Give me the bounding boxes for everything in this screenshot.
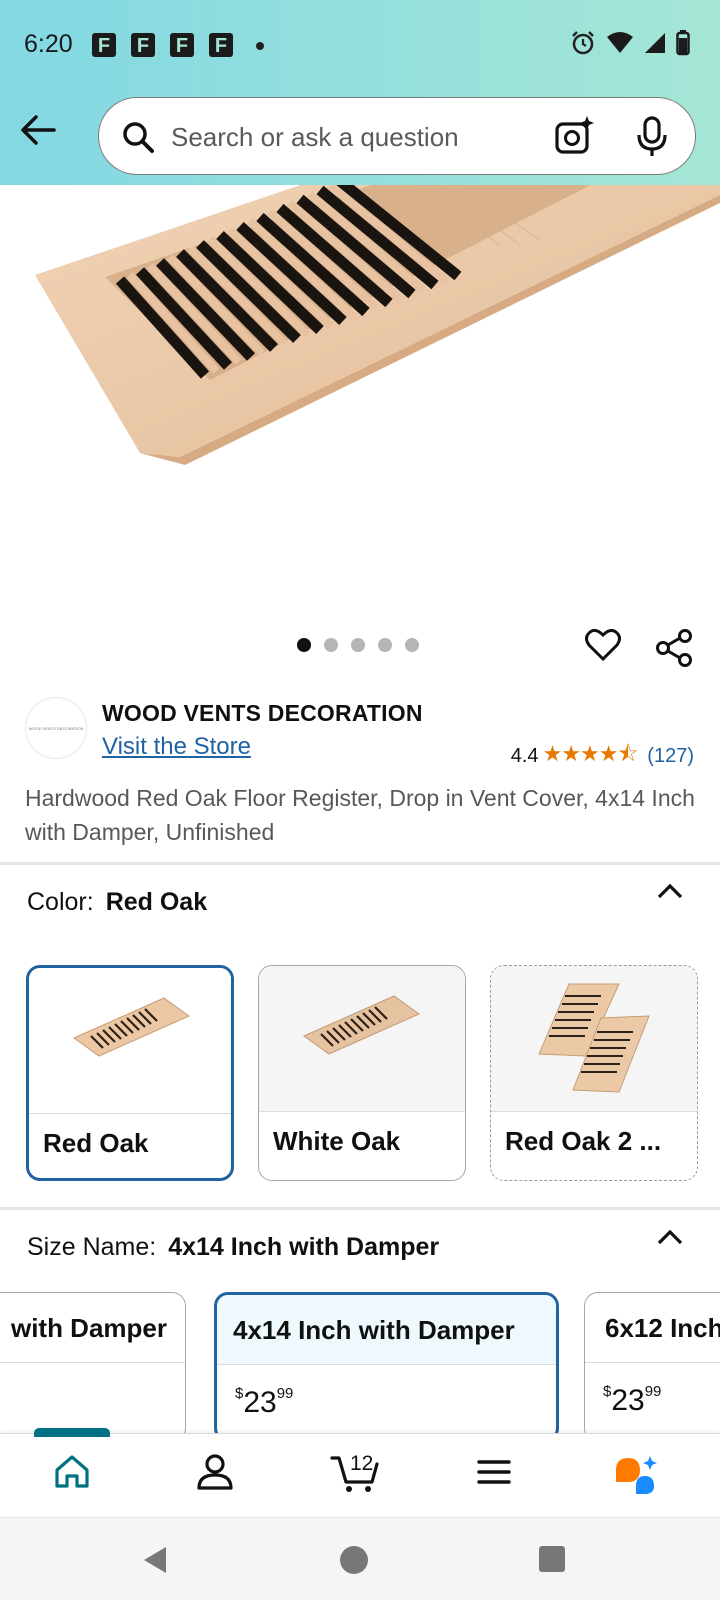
size-option-price: $2399 <box>235 1385 293 1420</box>
camera-search-icon[interactable] <box>553 114 597 158</box>
carousel-dot[interactable] <box>297 638 311 652</box>
product-page: 6:20 F F F F Search or ask a question WO… <box>0 0 720 1600</box>
rating-value: 4.4 <box>510 744 539 767</box>
selected-color: Red Oak <box>105 888 208 916</box>
cart-count-badge: 12 <box>350 1452 374 1475</box>
nav-home[interactable] <box>52 1452 92 1497</box>
chevron-up-icon <box>657 883 683 899</box>
brand-name: WOOD VENTS DECORATION <box>102 700 423 726</box>
price-cents: 99 <box>276 1385 294 1402</box>
home-icon <box>55 1455 89 1488</box>
more-notifications-dot-icon <box>256 42 264 50</box>
white-oak-thumbnail <box>303 995 420 1055</box>
red-oak-thumbnail <box>73 997 190 1057</box>
color-option-white-oak[interactable]: White Oak <box>258 965 466 1181</box>
section-divider <box>0 1207 720 1210</box>
brand-logo[interactable]: WOOD VENTS DECORATION <box>25 697 87 759</box>
rating-summary[interactable]: 4.4 ★★★★⯪ (127) <box>511 737 694 775</box>
color-option-image <box>29 968 231 1114</box>
wishlist-button[interactable] <box>585 628 621 667</box>
color-option-image <box>259 966 465 1112</box>
price-dollars: 23 <box>243 1386 277 1419</box>
android-home-icon[interactable] <box>338 1544 370 1576</box>
size-option-price: $2399 <box>603 1383 661 1418</box>
system-status-icons <box>570 30 690 56</box>
review-count-link[interactable]: (127) <box>647 745 694 768</box>
image-carousel-dots[interactable] <box>297 638 419 652</box>
size-option-4x14-inch-with-damper[interactable]: 4x14 Inch with Damper $2399 <box>214 1292 559 1442</box>
color-option-red-oak[interactable]: Red Oak <box>26 965 234 1181</box>
facebook-notification-icon: F <box>170 33 194 57</box>
nav-menu[interactable] <box>476 1452 512 1497</box>
android-navigation-bar <box>0 1517 720 1600</box>
color-option-label: Red Oak 2 ... <box>505 1126 662 1156</box>
back-arrow-icon <box>21 115 56 145</box>
color-option-image <box>491 966 697 1112</box>
size-label: Size Name: <box>27 1233 157 1261</box>
size-option-with-damper[interactable]: with Damper <box>0 1292 186 1442</box>
share-icon <box>656 629 692 667</box>
share-button[interactable] <box>655 628 695 673</box>
red-oak-2-pack-thumbnail <box>538 983 650 1093</box>
signal-icon <box>645 33 665 53</box>
menu-icon <box>477 1460 511 1484</box>
size-section-header: Size Name: 4x14 Inch with Damper <box>27 1233 439 1262</box>
carousel-dot[interactable] <box>378 638 392 652</box>
microphone-icon[interactable] <box>634 116 670 158</box>
selected-size: 4x14 Inch with Damper <box>168 1233 440 1261</box>
facebook-notification-icon: F <box>131 33 155 57</box>
color-option-label: Red Oak <box>43 1128 149 1158</box>
visit-store-link[interactable]: Visit the Store <box>102 733 251 761</box>
rufus-icon <box>616 1456 657 1494</box>
battery-icon <box>676 30 690 56</box>
back-button[interactable] <box>18 112 62 152</box>
facebook-notification-icon: F <box>209 33 233 57</box>
status-time: 6:20 <box>24 30 73 58</box>
active-tab-indicator <box>34 1428 110 1437</box>
color-section-header: Color: Red Oak <box>27 888 207 917</box>
size-option-name: 6x12 Inch <box>605 1313 720 1343</box>
app-header: 6:20 F F F F <box>0 0 720 185</box>
carousel-dot[interactable] <box>351 638 365 652</box>
bottom-navigation: 12 <box>0 1428 720 1517</box>
product-title: Hardwood Red Oak Floor Register, Drop in… <box>25 785 695 845</box>
notification-icons: F F F F <box>92 33 233 57</box>
android-back-icon[interactable] <box>140 1544 170 1576</box>
color-label: Color: <box>27 888 94 916</box>
nav-rufus[interactable] <box>612 1452 660 1501</box>
color-option-red-oak-2-pack[interactable]: Red Oak 2 ... <box>490 965 698 1181</box>
chevron-up-icon <box>657 1229 683 1245</box>
star-rating-icon: ★★★★⯪ <box>542 741 639 766</box>
size-option-name: 4x14 Inch with Damper <box>233 1315 515 1345</box>
collapse-size-button[interactable] <box>655 1226 685 1255</box>
facebook-notification-icon: F <box>92 33 116 57</box>
android-recents-icon[interactable] <box>537 1544 567 1574</box>
search-icon <box>123 122 154 153</box>
carousel-dot[interactable] <box>405 638 419 652</box>
product-image[interactable] <box>0 185 720 615</box>
color-option-label: White Oak <box>273 1126 401 1156</box>
wifi-icon <box>607 32 633 53</box>
price-dollars: 23 <box>611 1384 645 1417</box>
alarm-icon <box>572 31 594 55</box>
size-option-name: with Damper <box>10 1313 167 1343</box>
search-input[interactable] <box>171 118 531 156</box>
size-option-6x12-inch[interactable]: 6x12 Inch $2399 <box>584 1292 720 1442</box>
heart-icon <box>585 628 621 662</box>
floor-register-image <box>35 185 720 465</box>
nav-account[interactable] <box>195 1452 235 1497</box>
account-icon <box>197 1454 233 1490</box>
search-bar[interactable] <box>98 97 696 175</box>
section-divider <box>0 862 720 865</box>
carousel-dot[interactable] <box>324 638 338 652</box>
collapse-color-button[interactable] <box>655 880 685 909</box>
price-cents: 99 <box>644 1383 662 1400</box>
